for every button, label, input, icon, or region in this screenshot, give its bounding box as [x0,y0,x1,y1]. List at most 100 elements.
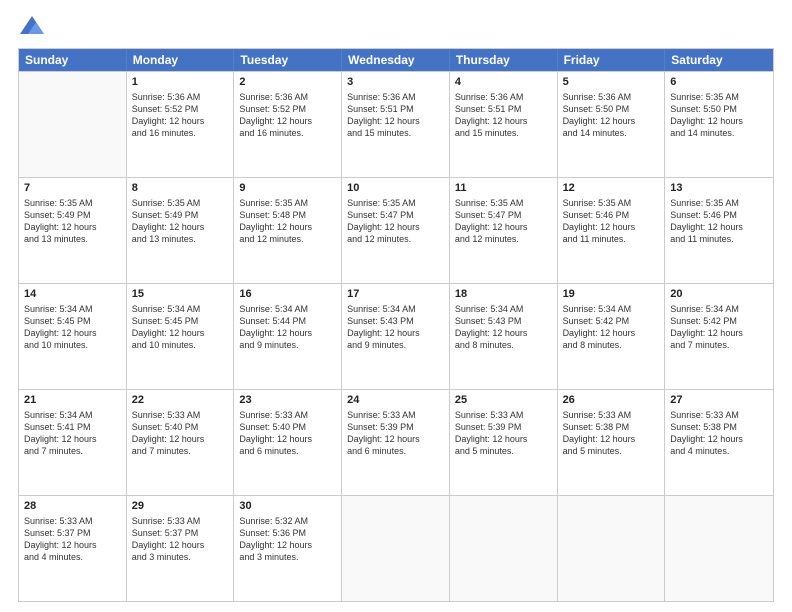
cal-cell-day-11: 11Sunrise: 5:35 AM Sunset: 5:47 PM Dayli… [450,178,558,283]
day-info: Sunrise: 5:35 AM Sunset: 5:49 PM Dayligh… [24,197,121,246]
cal-row-3: 21Sunrise: 5:34 AM Sunset: 5:41 PM Dayli… [19,389,773,495]
cal-cell-day-10: 10Sunrise: 5:35 AM Sunset: 5:47 PM Dayli… [342,178,450,283]
day-info: Sunrise: 5:33 AM Sunset: 5:38 PM Dayligh… [670,409,768,458]
day-number: 30 [239,499,336,514]
day-number: 22 [132,393,229,408]
cal-cell-day-13: 13Sunrise: 5:35 AM Sunset: 5:46 PM Dayli… [665,178,773,283]
cal-cell-day-25: 25Sunrise: 5:33 AM Sunset: 5:39 PM Dayli… [450,390,558,495]
day-info: Sunrise: 5:35 AM Sunset: 5:47 PM Dayligh… [455,197,552,246]
day-info: Sunrise: 5:33 AM Sunset: 5:40 PM Dayligh… [239,409,336,458]
day-number: 17 [347,287,444,302]
day-number: 7 [24,181,121,196]
day-info: Sunrise: 5:32 AM Sunset: 5:36 PM Dayligh… [239,515,336,564]
day-number: 5 [563,75,660,90]
day-info: Sunrise: 5:33 AM Sunset: 5:39 PM Dayligh… [455,409,552,458]
cal-cell-empty [450,496,558,601]
day-info: Sunrise: 5:36 AM Sunset: 5:52 PM Dayligh… [239,91,336,140]
day-number: 4 [455,75,552,90]
cal-header-wednesday: Wednesday [342,49,450,71]
cal-cell-day-28: 28Sunrise: 5:33 AM Sunset: 5:37 PM Dayli… [19,496,127,601]
day-info: Sunrise: 5:33 AM Sunset: 5:39 PM Dayligh… [347,409,444,458]
day-number: 9 [239,181,336,196]
day-number: 20 [670,287,768,302]
day-number: 2 [239,75,336,90]
day-number: 11 [455,181,552,196]
cal-header-tuesday: Tuesday [234,49,342,71]
cal-cell-day-2: 2Sunrise: 5:36 AM Sunset: 5:52 PM Daylig… [234,72,342,177]
day-number: 18 [455,287,552,302]
day-number: 3 [347,75,444,90]
cal-cell-day-3: 3Sunrise: 5:36 AM Sunset: 5:51 PM Daylig… [342,72,450,177]
day-info: Sunrise: 5:34 AM Sunset: 5:44 PM Dayligh… [239,303,336,352]
day-number: 1 [132,75,229,90]
cal-cell-day-5: 5Sunrise: 5:36 AM Sunset: 5:50 PM Daylig… [558,72,666,177]
cal-cell-day-16: 16Sunrise: 5:34 AM Sunset: 5:44 PM Dayli… [234,284,342,389]
cal-row-4: 28Sunrise: 5:33 AM Sunset: 5:37 PM Dayli… [19,495,773,601]
day-info: Sunrise: 5:34 AM Sunset: 5:43 PM Dayligh… [347,303,444,352]
day-info: Sunrise: 5:35 AM Sunset: 5:48 PM Dayligh… [239,197,336,246]
day-info: Sunrise: 5:36 AM Sunset: 5:50 PM Dayligh… [563,91,660,140]
cal-header-thursday: Thursday [450,49,558,71]
calendar-header: SundayMondayTuesdayWednesdayThursdayFrid… [19,49,773,71]
day-number: 29 [132,499,229,514]
day-info: Sunrise: 5:34 AM Sunset: 5:43 PM Dayligh… [455,303,552,352]
cal-cell-day-17: 17Sunrise: 5:34 AM Sunset: 5:43 PM Dayli… [342,284,450,389]
cal-cell-day-26: 26Sunrise: 5:33 AM Sunset: 5:38 PM Dayli… [558,390,666,495]
day-info: Sunrise: 5:35 AM Sunset: 5:47 PM Dayligh… [347,197,444,246]
cal-row-0: 1Sunrise: 5:36 AM Sunset: 5:52 PM Daylig… [19,71,773,177]
cal-header-saturday: Saturday [665,49,773,71]
day-info: Sunrise: 5:34 AM Sunset: 5:42 PM Dayligh… [670,303,768,352]
cal-header-friday: Friday [558,49,666,71]
cal-cell-day-9: 9Sunrise: 5:35 AM Sunset: 5:48 PM Daylig… [234,178,342,283]
cal-cell-day-8: 8Sunrise: 5:35 AM Sunset: 5:49 PM Daylig… [127,178,235,283]
day-info: Sunrise: 5:36 AM Sunset: 5:51 PM Dayligh… [455,91,552,140]
day-info: Sunrise: 5:35 AM Sunset: 5:46 PM Dayligh… [670,197,768,246]
cal-cell-empty [342,496,450,601]
cal-cell-day-21: 21Sunrise: 5:34 AM Sunset: 5:41 PM Dayli… [19,390,127,495]
day-number: 25 [455,393,552,408]
day-info: Sunrise: 5:34 AM Sunset: 5:45 PM Dayligh… [24,303,121,352]
calendar: SundayMondayTuesdayWednesdayThursdayFrid… [18,48,774,602]
day-info: Sunrise: 5:33 AM Sunset: 5:37 PM Dayligh… [132,515,229,564]
cal-cell-day-22: 22Sunrise: 5:33 AM Sunset: 5:40 PM Dayli… [127,390,235,495]
day-info: Sunrise: 5:35 AM Sunset: 5:46 PM Dayligh… [563,197,660,246]
day-number: 6 [670,75,768,90]
cal-cell-day-23: 23Sunrise: 5:33 AM Sunset: 5:40 PM Dayli… [234,390,342,495]
day-info: Sunrise: 5:33 AM Sunset: 5:38 PM Dayligh… [563,409,660,458]
day-number: 16 [239,287,336,302]
day-number: 21 [24,393,121,408]
day-number: 15 [132,287,229,302]
cal-header-monday: Monday [127,49,235,71]
day-number: 19 [563,287,660,302]
calendar-body: 1Sunrise: 5:36 AM Sunset: 5:52 PM Daylig… [19,71,773,601]
day-number: 24 [347,393,444,408]
day-number: 26 [563,393,660,408]
day-info: Sunrise: 5:36 AM Sunset: 5:51 PM Dayligh… [347,91,444,140]
cal-row-2: 14Sunrise: 5:34 AM Sunset: 5:45 PM Dayli… [19,283,773,389]
cal-cell-day-12: 12Sunrise: 5:35 AM Sunset: 5:46 PM Dayli… [558,178,666,283]
day-number: 27 [670,393,768,408]
day-info: Sunrise: 5:35 AM Sunset: 5:50 PM Dayligh… [670,91,768,140]
day-info: Sunrise: 5:35 AM Sunset: 5:49 PM Dayligh… [132,197,229,246]
day-info: Sunrise: 5:33 AM Sunset: 5:40 PM Dayligh… [132,409,229,458]
day-info: Sunrise: 5:36 AM Sunset: 5:52 PM Dayligh… [132,91,229,140]
cal-cell-day-19: 19Sunrise: 5:34 AM Sunset: 5:42 PM Dayli… [558,284,666,389]
cal-cell-day-14: 14Sunrise: 5:34 AM Sunset: 5:45 PM Dayli… [19,284,127,389]
cal-cell-day-20: 20Sunrise: 5:34 AM Sunset: 5:42 PM Dayli… [665,284,773,389]
cal-cell-day-24: 24Sunrise: 5:33 AM Sunset: 5:39 PM Dayli… [342,390,450,495]
header [18,10,774,42]
day-number: 12 [563,181,660,196]
logo [18,14,50,42]
day-info: Sunrise: 5:34 AM Sunset: 5:45 PM Dayligh… [132,303,229,352]
cal-cell-day-15: 15Sunrise: 5:34 AM Sunset: 5:45 PM Dayli… [127,284,235,389]
cal-cell-day-4: 4Sunrise: 5:36 AM Sunset: 5:51 PM Daylig… [450,72,558,177]
page: SundayMondayTuesdayWednesdayThursdayFrid… [0,0,792,612]
cal-cell-empty [558,496,666,601]
cal-cell-day-29: 29Sunrise: 5:33 AM Sunset: 5:37 PM Dayli… [127,496,235,601]
day-number: 23 [239,393,336,408]
cal-cell-day-18: 18Sunrise: 5:34 AM Sunset: 5:43 PM Dayli… [450,284,558,389]
cal-cell-day-27: 27Sunrise: 5:33 AM Sunset: 5:38 PM Dayli… [665,390,773,495]
cal-cell-day-30: 30Sunrise: 5:32 AM Sunset: 5:36 PM Dayli… [234,496,342,601]
cal-header-sunday: Sunday [19,49,127,71]
cal-cell-day-6: 6Sunrise: 5:35 AM Sunset: 5:50 PM Daylig… [665,72,773,177]
